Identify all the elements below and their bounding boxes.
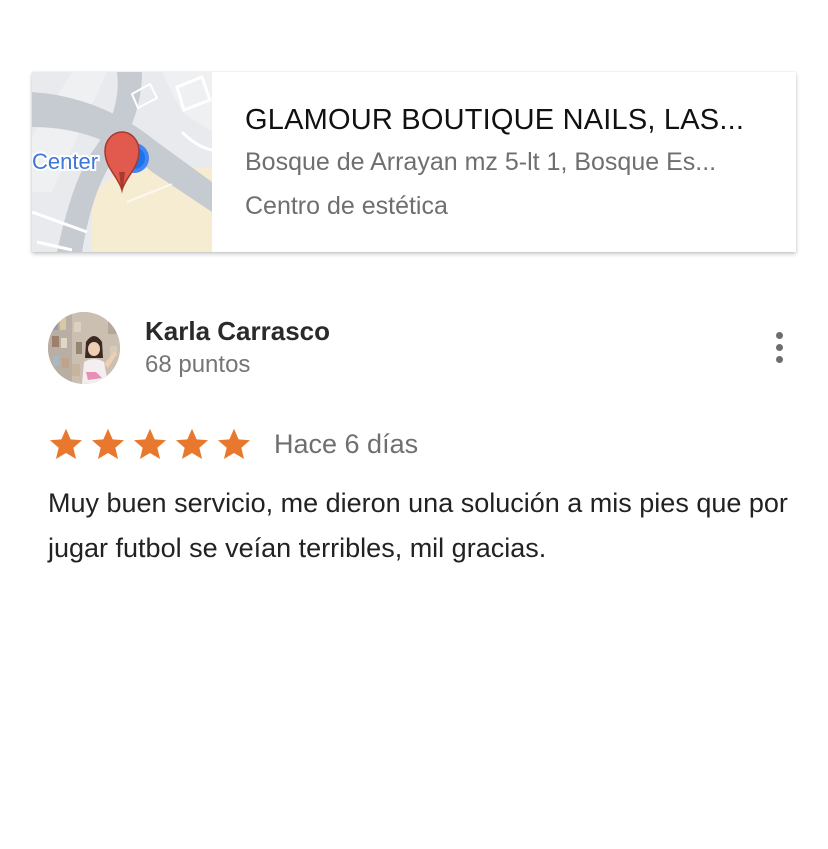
star-icon bbox=[90, 426, 126, 462]
review-time: Hace 6 días bbox=[274, 429, 419, 459]
map-label: Center bbox=[32, 149, 98, 174]
star-icon bbox=[48, 426, 84, 462]
map-thumbnail[interactable]: Center bbox=[32, 72, 212, 252]
review-text: Muy buen servicio, me dieron una solució… bbox=[48, 488, 788, 563]
place-address: Bosque de Arrayan mz 5-lt 1, Bosque Es..… bbox=[245, 148, 717, 176]
rating-row: Hace 6 días bbox=[48, 423, 418, 465]
place-info: GLAMOUR BOUTIQUE NAILS, LAS... Bosque de… bbox=[212, 72, 796, 252]
more-vert-icon-dot bbox=[775, 343, 783, 351]
more-vert-icon bbox=[775, 331, 783, 339]
star-icon bbox=[216, 426, 252, 462]
more-options-button[interactable] bbox=[764, 322, 794, 372]
avatar-image bbox=[48, 312, 120, 384]
avatar[interactable] bbox=[48, 312, 120, 384]
map-image: Center bbox=[32, 72, 212, 252]
reviewer-name[interactable]: Karla Carrasco bbox=[145, 314, 330, 348]
star-icon bbox=[132, 426, 168, 462]
star-rating bbox=[48, 426, 252, 462]
more-vert-icon-dot bbox=[775, 355, 783, 363]
reviewer-header: Karla Carrasco 68 puntos bbox=[48, 312, 796, 386]
place-category: Centro de estética bbox=[245, 192, 448, 220]
place-name[interactable]: GLAMOUR BOUTIQUE NAILS, LAS... bbox=[245, 102, 762, 138]
place-card[interactable]: Center GLAMOUR BOUTIQUE NAILS, LAS... Bo… bbox=[32, 72, 796, 252]
reviewer-points: 68 puntos bbox=[145, 351, 251, 378]
star-icon bbox=[174, 426, 210, 462]
